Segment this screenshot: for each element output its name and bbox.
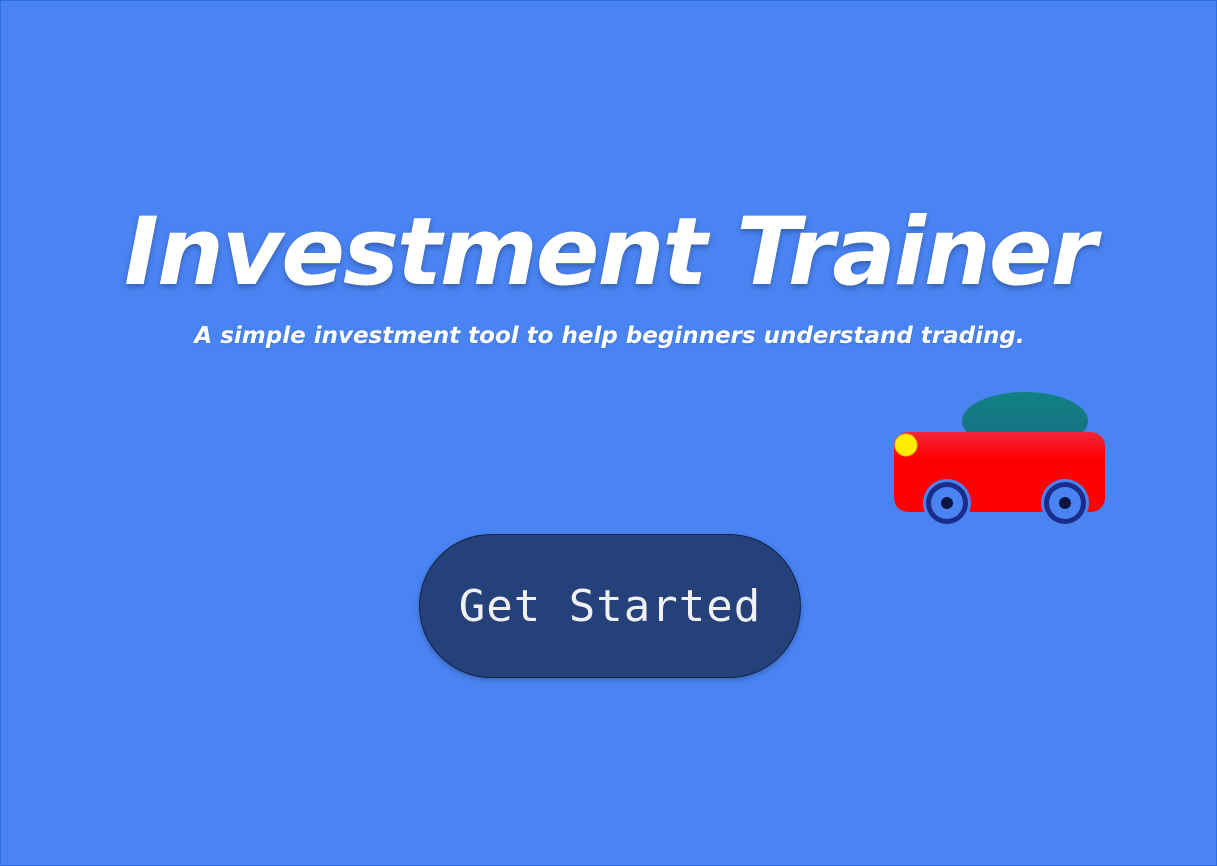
car-wheel-front [923,479,971,527]
get-started-button[interactable]: Get Started [419,534,801,678]
page-subtitle: A simple investment tool to help beginne… [194,323,1025,349]
page-title: Investment Trainer [124,198,1097,307]
car-icon [894,392,1105,527]
car-wheel-rear [1041,479,1089,527]
car-headlight [894,433,918,457]
